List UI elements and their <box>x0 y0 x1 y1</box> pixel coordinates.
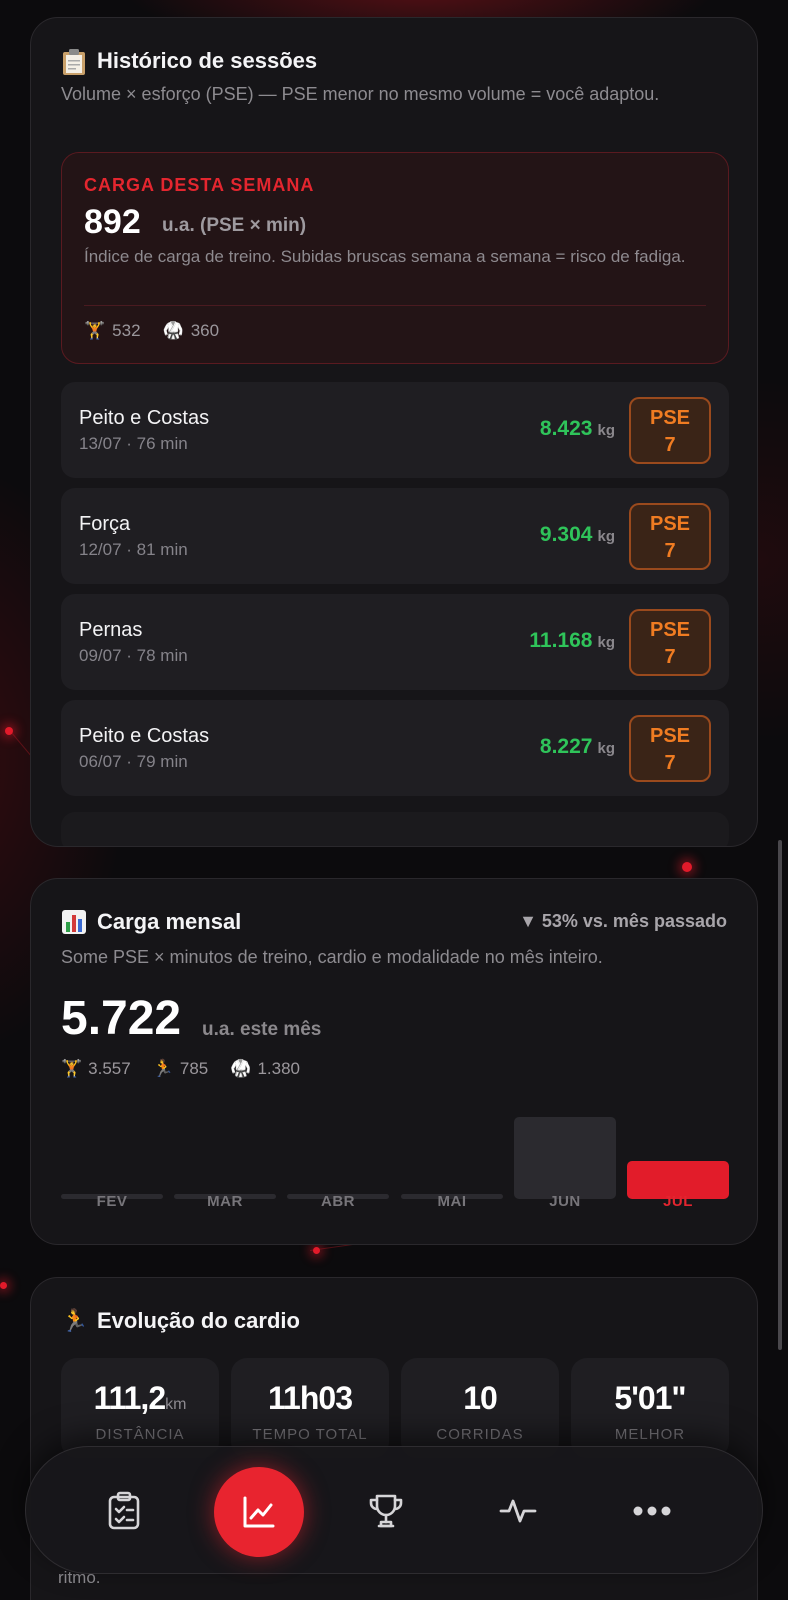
session-meta: 06/07 · 79 min <box>79 752 188 771</box>
session-row[interactable]: Peito e Costas 06/07 · 79 min 8.227 kg PS… <box>61 700 729 796</box>
clipboard-icon <box>108 1491 140 1530</box>
clipboard-icon <box>61 48 87 75</box>
nav-activity-button[interactable] <box>486 1479 550 1543</box>
stat-label: MELHOR <box>614 1426 686 1443</box>
session-volume: 8.227 kg <box>539 735 615 758</box>
cardio-stat-best-pace: 5'01" MELHOR <box>571 1358 729 1458</box>
session-row-partial[interactable] <box>61 812 729 846</box>
stat-value: 5'01" <box>614 1380 686 1416</box>
session-name: Peito e Costas <box>79 725 210 747</box>
monthly-title: Carga mensal <box>61 909 241 935</box>
session-volume: 9.304 kg <box>539 523 615 546</box>
session-meta: 13/07 · 76 min <box>79 434 188 453</box>
nav-achievements-button[interactable] <box>354 1479 418 1543</box>
history-title-text: Histórico de sessões <box>97 48 318 73</box>
bar-label-jul: JUL <box>663 1193 693 1210</box>
stat-label: TEMPO TOTAL <box>252 1426 368 1443</box>
monthly-title-text: Carga mensal <box>97 909 242 934</box>
session-name: Força <box>79 513 131 535</box>
session-name: Peito e Costas <box>79 407 210 429</box>
weekly-load-box: CARGA DESTA SEMANA 892 u.a. (PSE × min) … <box>61 152 729 364</box>
monthly-unit: u.a. este mês <box>202 1019 322 1040</box>
pse-badge: PSE 7 <box>629 397 711 464</box>
weekly-load-value: 892 <box>84 203 141 241</box>
bar-jun <box>514 1117 616 1199</box>
trend-chart-icon <box>243 1496 275 1528</box>
weekly-load-eyebrow: CARGA DESTA SEMANA <box>84 175 315 195</box>
cardio-stat-runs: 10 CORRIDAS <box>401 1358 559 1458</box>
stat-value: 10 <box>463 1380 498 1416</box>
decor-dot <box>5 727 13 735</box>
session-name: Pernas <box>79 619 143 641</box>
nav-progress-button[interactable] <box>214 1467 304 1557</box>
trophy-icon <box>369 1494 403 1528</box>
weightlifter-icon: 🏋 <box>61 1059 83 1078</box>
monthly-subtitle: Some PSE × minutos de treino, cardio e m… <box>61 947 603 967</box>
nav-history-button[interactable] <box>92 1479 156 1543</box>
decor-dot <box>682 862 692 872</box>
bottom-nav <box>25 1446 763 1574</box>
cardio-title-text: Evolução do cardio <box>97 1308 300 1333</box>
cardio-title: 🏃 Evolução do cardio <box>61 1308 300 1334</box>
bar-chart-icon <box>61 909 87 935</box>
session-volume: 11.168 kg <box>529 629 615 652</box>
strength-stat: 🏋 3.557 <box>61 1059 131 1078</box>
runner-icon: 🏃 <box>61 1308 89 1333</box>
modality-value: 360 <box>190 321 220 340</box>
session-row[interactable]: Pernas 09/07 · 78 min 11.168 kg PSE 7 <box>61 594 729 690</box>
stat-value: 11h03 <box>268 1380 353 1416</box>
pse-badge: PSE 7 <box>629 715 711 782</box>
decor-dot <box>0 1282 7 1289</box>
monthly-load-card: Carga mensal ▼ 53% vs. mês passado Some … <box>30 878 758 1245</box>
weightlifter-icon: 🏋 <box>84 321 106 340</box>
decor-dot <box>313 1247 320 1254</box>
stat-label: CORRIDAS <box>436 1426 524 1443</box>
monthly-value: 5.722 <box>61 992 182 1045</box>
session-row[interactable]: Peito e Costas 13/07 · 76 min 8.423 kg PS… <box>61 382 729 478</box>
stat-value: 111,2km <box>93 1380 187 1416</box>
modality-stat: 🥋 360 <box>163 321 220 341</box>
strength-value: 532 <box>112 321 141 340</box>
weekly-load-description: Índice de carga de treino. Subidas brusc… <box>84 247 686 266</box>
modality-stat: 🥋 1.380 <box>230 1059 300 1078</box>
session-row[interactable]: Força 12/07 · 81 min 9.304 kg PSE 7 <box>61 488 729 584</box>
bar-label-jun: JUN <box>549 1193 581 1210</box>
martial-arts-uniform-icon: 🥋 <box>162 321 184 340</box>
strength-stat: 🏋 532 <box>84 321 141 341</box>
history-title: Histórico de sessões <box>61 48 318 75</box>
scrollbar[interactable] <box>778 840 782 1350</box>
runner-icon: 🏃 <box>152 1059 174 1078</box>
bar-label-fev: FEV <box>96 1193 128 1210</box>
cardio-stat-total-time: 11h03 TEMPO TOTAL <box>231 1358 389 1458</box>
monthly-breakdown: 🏋 3.557 🏃 785 🥋 1.380 <box>61 1059 300 1079</box>
bar-label-mai: MAI <box>437 1193 467 1210</box>
activity-icon <box>499 1499 537 1523</box>
session-volume: 8.423 kg <box>539 417 615 440</box>
session-meta: 12/07 · 81 min <box>79 540 188 559</box>
pse-badge: PSE 7 <box>629 503 711 570</box>
monthly-delta: ▼ 53% vs. mês passado <box>519 911 727 931</box>
weekly-load-unit: u.a. (PSE × min) <box>162 215 307 236</box>
pse-badge: PSE 7 <box>629 609 711 676</box>
cardio-stat: 🏃 785 <box>152 1059 209 1078</box>
nav-more-button[interactable] <box>620 1479 684 1543</box>
martial-arts-uniform-icon: 🥋 <box>230 1059 252 1078</box>
more-icon <box>633 1506 671 1516</box>
cardio-stat-distance: 111,2km DISTÂNCIA <box>61 1358 219 1458</box>
stat-label: DISTÂNCIA <box>95 1426 185 1443</box>
history-card: Histórico de sessões Volume × esforço (P… <box>30 17 758 847</box>
session-meta: 09/07 · 78 min <box>79 646 188 665</box>
weekly-load-breakdown: 🏋 532 🥋 360 <box>84 321 219 341</box>
monthly-bar-chart <box>61 1089 729 1199</box>
bar-label-abr: ABR <box>321 1193 355 1210</box>
divider <box>84 305 706 306</box>
bar-label-mar: MAR <box>207 1193 243 1210</box>
history-subtitle: Volume × esforço (PSE) — PSE menor no me… <box>61 84 660 104</box>
